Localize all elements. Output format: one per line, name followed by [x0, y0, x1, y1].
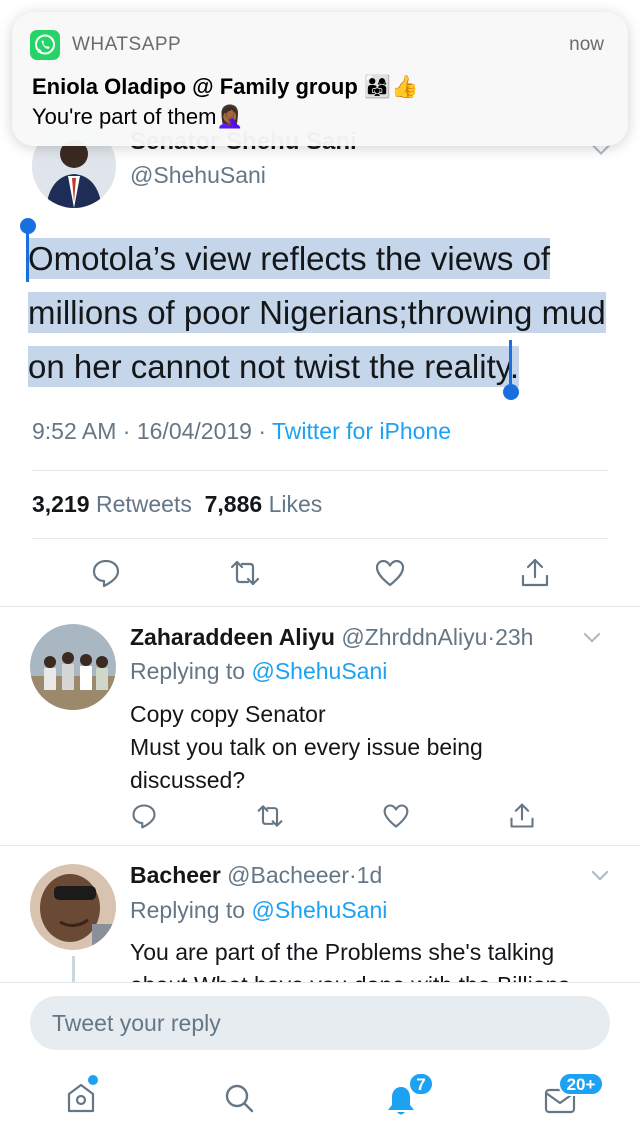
likes-count: 7,886	[204, 491, 263, 517]
divider	[0, 845, 640, 846]
divider	[32, 470, 608, 471]
share-icon[interactable]	[508, 802, 536, 830]
replying-to-link[interactable]: @ShehuSani	[251, 897, 387, 923]
reply-author-name[interactable]: Zaharaddeen Aliyu	[130, 624, 335, 650]
reply-avatar[interactable]	[30, 624, 116, 710]
like-icon[interactable]	[382, 802, 410, 830]
reply-author-name[interactable]: Bacheer	[130, 862, 221, 888]
notifications-badge: 7	[408, 1072, 434, 1096]
home-icon[interactable]	[64, 1081, 98, 1115]
reply-header: Zaharaddeen Aliyu @ZhrddnAliyu·23h	[130, 624, 533, 651]
retweet-icon[interactable]	[256, 802, 284, 830]
tweet-meta: 9:52 AM · 16/04/2019 · Twitter for iPhon…	[32, 418, 451, 445]
search-icon[interactable]	[222, 1081, 256, 1115]
messages-badge: 20+	[558, 1072, 604, 1096]
tweet-time: 9:52 AM	[32, 418, 117, 444]
reply-text-line: You are part of the Problems she's talki…	[130, 939, 555, 965]
replying-to-link[interactable]: @ShehuSani	[251, 658, 387, 684]
retweets-label: Retweets	[95, 491, 192, 517]
reply-text-line: Must you talk on every issue being discu…	[130, 734, 483, 793]
reply-author-handle[interactable]: @Bacheeer	[227, 862, 349, 888]
reply-text-line: Copy copy Senator	[130, 701, 326, 727]
whatsapp-notification[interactable]: WHATSAPP now Eniola Oladipo @ Family gro…	[12, 12, 628, 146]
selection-end-handle[interactable]	[503, 384, 519, 400]
new-tweets-dot	[88, 1075, 98, 1085]
divider	[32, 538, 608, 539]
replying-to: Replying to @ShehuSani	[130, 897, 387, 924]
retweet-icon[interactable]	[229, 557, 261, 589]
reply-author-handle[interactable]: @ZhrddnAliyu	[341, 624, 487, 650]
tweet-stats: 3,219 Retweets 7,886 Likes	[32, 491, 322, 518]
like-icon[interactable]	[374, 557, 406, 589]
selection-end-cursor	[509, 340, 512, 390]
replying-to-label: Replying to	[130, 897, 246, 923]
meta-separator: ·	[348, 862, 357, 888]
meta-separator: ·	[258, 418, 267, 444]
whatsapp-icon	[30, 30, 60, 60]
meta-separator: ·	[487, 624, 496, 650]
divider	[0, 606, 640, 607]
selected-tweet-text: Omotola’s view reflects the views of mil…	[28, 238, 606, 387]
meta-separator: ·	[122, 418, 131, 444]
tweet-source-link[interactable]: Twitter for iPhone	[272, 418, 451, 444]
reply-time: 1d	[356, 862, 383, 888]
notification-title: Eniola Oladipo @ Family group 👨‍👩‍👧👍	[32, 74, 419, 99]
tweet-text[interactable]: Omotola’s view reflects the views of mil…	[28, 232, 618, 394]
tweet-date: 16/04/2019	[136, 418, 252, 444]
notification-app-name: WHATSAPP	[72, 34, 182, 55]
replying-to: Replying to @ShehuSani	[130, 658, 387, 685]
retweets-count: 3,219	[32, 491, 90, 517]
author-handle[interactable]: @ShehuSani	[130, 162, 266, 189]
reply-avatar[interactable]	[30, 864, 116, 950]
divider	[0, 982, 640, 983]
replying-to-label: Replying to	[130, 658, 246, 684]
share-icon[interactable]	[519, 557, 551, 589]
chevron-down-icon[interactable]	[591, 863, 609, 881]
reply-input-placeholder: Tweet your reply	[52, 1010, 221, 1036]
likes-stat[interactable]: 7,886 Likes	[205, 491, 323, 517]
reply-text[interactable]: Copy copy Senator Must you talk on every…	[130, 698, 550, 797]
reply-header: Bacheer @Bacheeer·1d	[130, 862, 382, 889]
reply-icon[interactable]	[90, 557, 122, 589]
chevron-down-icon[interactable]	[583, 625, 601, 643]
selection-start-cursor	[26, 232, 29, 282]
reply-icon[interactable]	[130, 802, 158, 830]
retweets-stat[interactable]: 3,219 Retweets	[32, 491, 192, 517]
notification-body: You're part of them🤦🏾‍♀️	[32, 104, 244, 129]
reply-time: 23h	[495, 624, 534, 650]
likes-label: Likes	[268, 491, 323, 517]
notification-time: now	[569, 34, 604, 55]
